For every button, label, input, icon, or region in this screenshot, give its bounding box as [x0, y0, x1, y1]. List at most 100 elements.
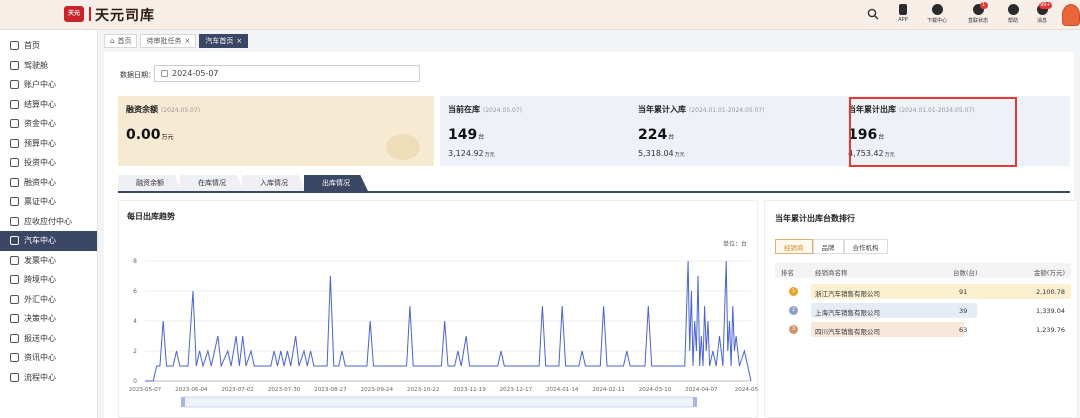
rank-medal-icon: 2 — [789, 306, 798, 315]
menu-icon — [10, 138, 19, 148]
notification-badge: 1 — [979, 2, 988, 9]
sidebar-item-label: 跨境中心 — [24, 275, 56, 285]
x-tick-label: 2023-10-22 — [407, 387, 440, 393]
tab-partner-org[interactable]: 合作机构 — [843, 239, 888, 254]
rank-medal-icon: 1 — [789, 287, 798, 296]
y-tick-label: 6 — [133, 288, 137, 295]
top-nav-app[interactable]: APP — [888, 4, 918, 23]
x-tick-label: 2023-11-19 — [453, 387, 486, 393]
top-nav-link-status[interactable]: 1 直联状态 — [963, 2, 993, 24]
menu-icon — [10, 99, 19, 109]
line-chart: 0 2 4 6 8 2023-05-07 2023-06-04 2023-07-02 2023-… — [129, 258, 759, 408]
bell-icon: 99+ — [1036, 2, 1052, 15]
help-icon — [1007, 4, 1019, 15]
tab-label: 汽车首页 — [205, 37, 234, 45]
mobile-icon — [899, 4, 907, 15]
sidebar-item[interactable]: 流程中心 — [0, 368, 97, 388]
card-title: 融资余额 (2024.05.07) — [126, 105, 201, 114]
menu-icon — [10, 216, 19, 226]
avatar[interactable] — [1062, 4, 1080, 26]
x-tick-label: 2023-08-27 — [314, 387, 347, 393]
card-value: 224台 — [638, 127, 675, 143]
link-status-icon: 1 — [972, 2, 988, 15]
menu-icon — [10, 275, 19, 285]
sidebar-item-label: 报送中心 — [24, 333, 56, 343]
tab-pending-tasks[interactable]: 待审批任务 × — [140, 34, 197, 48]
tab-stock-status[interactable]: 在库情况 — [180, 175, 244, 191]
amount-cell: 2,100.78 — [1036, 288, 1065, 296]
top-nav-label: 直联状态 — [967, 18, 988, 24]
amount-cell: 1,339.04 — [1036, 307, 1065, 315]
top-nav-help[interactable]: 帮助 — [998, 4, 1028, 24]
stock-card: 当前在库 (2024.05.07) 149台 3,124.92万元 — [440, 96, 630, 166]
logo-badge-icon: 天元 — [64, 6, 84, 22]
sidebar-item[interactable]: 账户中心 — [0, 75, 97, 95]
logo-divider — [89, 7, 91, 21]
table-row[interactable]: 1 浙江汽车销售有限公司 91 2,100.78 — [775, 283, 1071, 300]
card-amount: 3,124.92万元 — [448, 149, 495, 158]
menu-icon — [10, 119, 19, 129]
col-rank: 排名 — [781, 269, 794, 277]
tab-home[interactable]: ⌂ 首页 — [104, 34, 138, 48]
sidebar-item[interactable]: 融资中心 — [0, 173, 97, 193]
sidebar-item[interactable]: 驾驶舱 — [0, 56, 97, 76]
sidebar-item[interactable]: 首页 — [0, 36, 97, 56]
table-row[interactable]: 2 上海汽车销售有限公司 39 1,339.04 — [775, 302, 1071, 319]
card-value: 149台 — [448, 127, 485, 143]
rank-medal-icon: 3 — [789, 325, 798, 334]
sidebar-item[interactable]: 外汇中心 — [0, 290, 97, 310]
menu-icon — [10, 294, 19, 304]
tab-inbound-status[interactable]: 入库情况 — [242, 175, 306, 191]
x-tick-label: 2023-09-24 — [361, 387, 394, 393]
sidebar-item-label: 外汇中心 — [24, 294, 56, 304]
sidebar-item[interactable]: 汽车中心 — [0, 231, 97, 251]
inbound-card: 当年累计入库 (2024.01.01-2024.05.07) 224台 5,318… — [630, 96, 840, 166]
highlight-box — [849, 97, 1017, 167]
tab-outbound-status[interactable]: 出库情况 — [304, 175, 368, 191]
sidebar-item[interactable]: 投资中心 — [0, 153, 97, 173]
search-icon[interactable] — [867, 8, 879, 20]
top-nav-messages[interactable]: 99+ 消息 — [1027, 2, 1057, 24]
sidebar-item[interactable]: 跨境中心 — [0, 270, 97, 290]
sidebar-item-label: 预算中心 — [24, 138, 56, 148]
close-icon[interactable]: × — [236, 37, 242, 45]
tab-brand[interactable]: 品牌 — [812, 239, 844, 254]
tab-label: 首页 — [117, 37, 132, 45]
sidebar-item[interactable]: 报送中心 — [0, 329, 97, 349]
tab-dealer[interactable]: 经销商 — [775, 239, 813, 254]
y-tick-label: 0 — [133, 378, 137, 385]
card-title: 当年累计入库 (2024.01.01-2024.05.07) — [638, 105, 765, 114]
sidebar-item[interactable]: 预算中心 — [0, 134, 97, 154]
menu-icon — [10, 353, 19, 363]
sidebar-item[interactable]: 结算中心 — [0, 95, 97, 115]
sidebar-item[interactable]: 发票中心 — [0, 251, 97, 271]
sidebar-item[interactable]: 决策中心 — [0, 309, 97, 329]
x-tick-label: 2024-04-07 — [685, 387, 718, 393]
sidebar-item-label: 首页 — [24, 41, 40, 51]
tab-car-home[interactable]: 汽车首页 × — [199, 34, 249, 48]
menu-icon — [10, 80, 19, 90]
sidebar-item-label: 投资中心 — [24, 158, 56, 168]
daily-outbound-chart: 每日出库趋势 单位：台 0 2 4 6 8 2023-05-07 2023-06-04 202… — [118, 200, 759, 418]
sidebar-item-label: 结算中心 — [24, 99, 56, 109]
sidebar-item[interactable]: 票证中心 — [0, 192, 97, 212]
sidebar-item[interactable]: 应收应付中心 — [0, 212, 97, 232]
coins-illustration-icon — [386, 134, 420, 160]
tab-financing-balance[interactable]: 融资余额 — [118, 175, 182, 191]
y-tick-label: 4 — [133, 318, 137, 325]
sidebar-item[interactable]: 资金中心 — [0, 114, 97, 134]
menu-icon — [10, 314, 19, 324]
x-tick-label: 2024-05-07 — [735, 387, 759, 393]
sidebar-item[interactable]: 资讯中心 — [0, 348, 97, 368]
date-picker[interactable]: 2024-05-07 — [154, 65, 420, 82]
sidebar-item-label: 票证中心 — [24, 197, 56, 207]
menu-icon — [10, 372, 19, 382]
menu-icon — [10, 255, 19, 265]
table-row[interactable]: 3 四川汽车销售有限公司 63 1,239.76 — [775, 321, 1071, 338]
menu-icon — [10, 60, 19, 70]
close-icon[interactable]: × — [184, 37, 190, 45]
top-nav-download[interactable]: 下载中心 — [922, 4, 952, 24]
menu-icon — [10, 333, 19, 343]
x-tick-label: 2023-06-04 — [175, 387, 208, 393]
top-nav-label: 帮助 — [1007, 18, 1018, 24]
